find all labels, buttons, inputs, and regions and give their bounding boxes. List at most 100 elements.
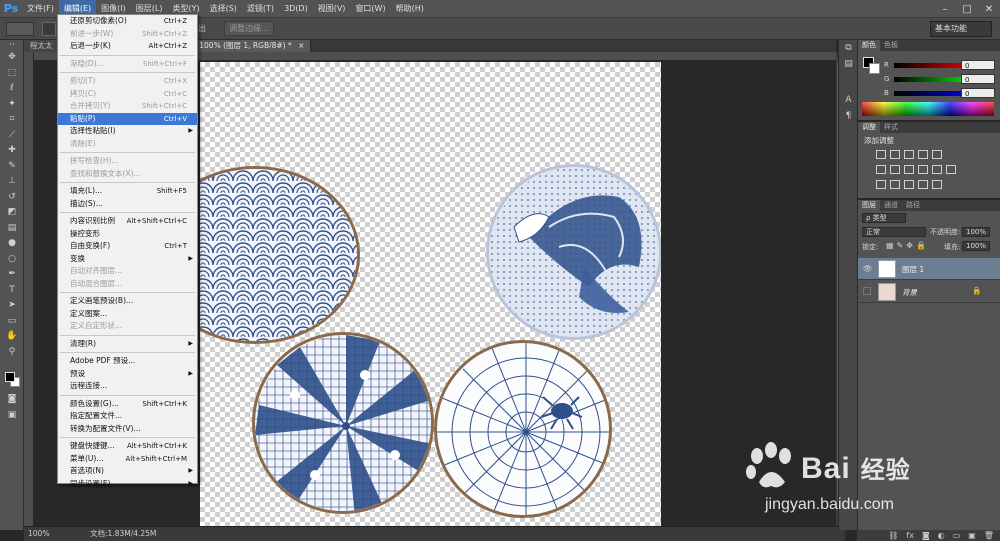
edit-menu-item[interactable]: Adobe PDF 预设...: [58, 355, 197, 368]
lock-icons[interactable]: ▦✎✥🔒: [886, 241, 929, 250]
tab-close-icon[interactable]: ×: [298, 41, 304, 50]
tab-document-1[interactable]: 程太太: [24, 40, 60, 52]
color-balance-icon[interactable]: [890, 165, 900, 174]
move-tool-icon[interactable]: ✥: [0, 50, 24, 66]
layer-filter-select[interactable]: ρ 类型: [862, 213, 906, 223]
zoom-level[interactable]: 100%: [28, 527, 49, 541]
edit-menu-item[interactable]: 操控变形: [58, 228, 197, 241]
edit-menu-item[interactable]: 同步设置(E) ▶: [58, 478, 197, 491]
paragraph-panel-icon[interactable]: ¶: [839, 108, 858, 124]
fill-input[interactable]: 100%: [962, 241, 990, 251]
posterize-icon[interactable]: [890, 180, 900, 189]
levels-icon[interactable]: [890, 150, 900, 159]
workspace-select[interactable]: 基本功能: [930, 21, 992, 37]
edit-menu-item[interactable]: 粘贴(P) Ctrl+V: [58, 112, 197, 125]
channel-r-value[interactable]: 0: [961, 60, 995, 70]
tab-color[interactable]: 颜色: [858, 40, 880, 51]
edit-menu-item[interactable]: 颜色设置(G)... Shift+Ctrl+K: [58, 398, 197, 411]
maximize-button[interactable]: □: [956, 4, 978, 15]
document-canvas[interactable]: [200, 62, 661, 526]
edit-menu-item[interactable]: 指定配置文件...: [58, 410, 197, 423]
black-white-icon[interactable]: [904, 165, 914, 174]
tab-styles[interactable]: 样式: [880, 122, 902, 133]
edit-menu-item[interactable]: 远程连接...: [58, 380, 197, 393]
layer-style-icon[interactable]: fx: [906, 530, 914, 541]
blur-tool-icon[interactable]: ●: [0, 236, 24, 252]
path-selection-tool-icon[interactable]: ➤: [0, 298, 24, 314]
shape-tool-icon[interactable]: ▭: [0, 314, 24, 330]
channel-g-value[interactable]: 0: [961, 74, 995, 84]
gradient-tool-icon[interactable]: ▤: [0, 221, 24, 237]
edit-menu-item[interactable]: 清理(R) ▶: [58, 338, 197, 351]
tab-adjustments[interactable]: 调整: [858, 122, 880, 133]
edit-menu-item[interactable]: 变换 ▶: [58, 253, 197, 266]
edit-menu-item[interactable]: 填充(L)... Shift+F5: [58, 185, 197, 198]
tab-swatches[interactable]: 色板: [880, 40, 902, 51]
menu-item[interactable]: 滤镜(T): [242, 0, 279, 18]
menu-item[interactable]: 选择(S): [205, 0, 242, 18]
menu-item[interactable]: 帮助(H): [391, 0, 429, 18]
crop-tool-icon[interactable]: ⌗: [0, 112, 24, 128]
foreground-color-swatch[interactable]: [5, 372, 15, 382]
selection-mode-new[interactable]: [42, 22, 56, 36]
link-layers-icon[interactable]: ⛓: [888, 530, 898, 541]
marquee-tool-icon[interactable]: ⬚: [0, 66, 24, 82]
channel-mixer-icon[interactable]: [932, 165, 942, 174]
layer-name[interactable]: 背景: [902, 287, 917, 298]
curves-icon[interactable]: [904, 150, 914, 159]
hue-saturation-icon[interactable]: [876, 165, 886, 174]
channel-b-value[interactable]: 0: [961, 88, 995, 98]
edit-menu-item[interactable]: 定义画笔预设(B)...: [58, 295, 197, 308]
tab-channels[interactable]: 通道: [880, 200, 902, 211]
close-button[interactable]: ✕: [978, 4, 1000, 15]
layer-row-background[interactable]: 背景 🔒: [858, 281, 1000, 303]
edit-menu-item[interactable]: 预设 ▶: [58, 368, 197, 381]
tab-layers[interactable]: 图层: [858, 200, 880, 211]
edit-menu-item[interactable]: 内容识别比例 Alt+Shift+Ctrl+C: [58, 215, 197, 228]
photo-filter-icon[interactable]: [918, 165, 928, 174]
type-tool-icon[interactable]: T: [0, 283, 24, 299]
opacity-input[interactable]: 100%: [962, 227, 990, 237]
visibility-eye-icon[interactable]: 👁: [863, 264, 873, 273]
edit-menu-item[interactable]: 自由变换(F) Ctrl+T: [58, 240, 197, 253]
quick-mask-icon[interactable]: ◙: [0, 392, 24, 408]
exposure-icon[interactable]: [918, 150, 928, 159]
blend-mode-select[interactable]: 正常: [862, 227, 926, 237]
visibility-toggle-empty[interactable]: [863, 287, 871, 295]
lasso-tool-icon[interactable]: ℓ: [0, 81, 24, 97]
edit-menu-item[interactable]: 描边(S)...: [58, 198, 197, 211]
edit-menu-item[interactable]: 转换为配置文件(V)...: [58, 423, 197, 436]
edit-menu-item[interactable]: 菜单(U)... Alt+Shift+Ctrl+M: [58, 453, 197, 466]
threshold-icon[interactable]: [904, 180, 914, 189]
delete-layer-icon[interactable]: 🗑: [984, 530, 994, 541]
refine-edge-button[interactable]: 调整边缘...: [224, 21, 274, 36]
color-lookup-icon[interactable]: [946, 165, 956, 174]
edit-menu-item[interactable]: 定义图案...: [58, 308, 197, 321]
selective-color-icon[interactable]: [932, 180, 942, 189]
edit-menu-item[interactable]: 后退一步(K) Alt+Ctrl+Z: [58, 40, 197, 53]
pen-tool-icon[interactable]: ✒: [0, 267, 24, 283]
brush-tool-icon[interactable]: ✎: [0, 159, 24, 175]
new-group-icon[interactable]: ▭: [953, 530, 961, 541]
gradient-map-icon[interactable]: [918, 180, 928, 189]
invert-icon[interactable]: [876, 180, 886, 189]
zoom-tool-icon[interactable]: ⚲: [0, 345, 24, 361]
menu-item[interactable]: 窗口(W): [350, 0, 390, 18]
vibrance-icon[interactable]: [932, 150, 942, 159]
history-brush-tool-icon[interactable]: ↺: [0, 190, 24, 206]
edit-menu-item[interactable]: 首选项(N) ▶: [58, 465, 197, 478]
screen-mode-icon[interactable]: ▣: [0, 408, 24, 424]
edit-menu-item[interactable]: 键盘快捷键... Alt+Shift+Ctrl+K: [58, 440, 197, 453]
tab-paths[interactable]: 路径: [902, 200, 924, 211]
layer-name[interactable]: 图层 1: [902, 264, 924, 275]
add-mask-icon[interactable]: ◙: [922, 530, 930, 541]
menu-item[interactable]: 文件(F): [22, 0, 59, 18]
new-adjustment-icon[interactable]: ◐: [938, 530, 945, 541]
tool-preset-picker[interactable]: [6, 22, 34, 36]
properties-panel-icon[interactable]: ▤: [839, 56, 858, 72]
menu-item[interactable]: 视图(V): [313, 0, 351, 18]
layer-row-layer1[interactable]: 👁 图层 1: [858, 258, 1000, 280]
dodge-tool-icon[interactable]: ○: [0, 252, 24, 268]
minimize-button[interactable]: –: [934, 4, 956, 15]
clone-stamp-tool-icon[interactable]: ⊥: [0, 174, 24, 190]
